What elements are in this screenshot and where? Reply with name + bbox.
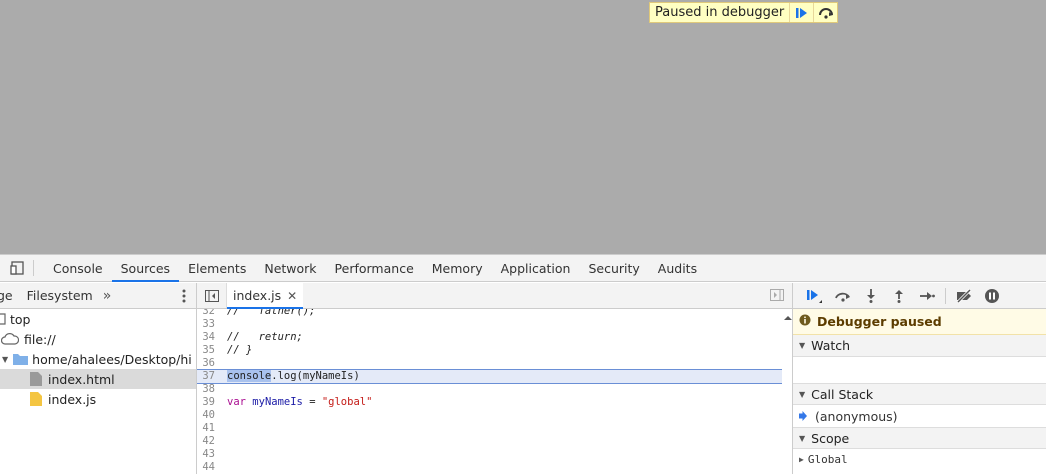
tab-network[interactable]: Network: [255, 255, 325, 281]
sidebar-toggle-icon: [204, 289, 219, 302]
execution-line-code: console.log(myNameIs): [227, 370, 360, 382]
file-navigator: ge Filesystem » top file:// ▼ home/ahale…: [0, 283, 197, 474]
resume-button[interactable]: [801, 285, 829, 307]
overlay-step-over-button[interactable]: [813, 3, 837, 22]
step-icon: [920, 291, 935, 300]
var-declaration-code: var myNameIs = "global": [227, 396, 373, 408]
expand-triangle-icon: ▼: [799, 433, 806, 443]
toolbar-separator: [945, 287, 946, 304]
navigator-tab-page[interactable]: ge: [0, 288, 21, 303]
tree-item-index-html[interactable]: index.html: [0, 369, 196, 389]
code-line: 35// }: [202, 344, 253, 356]
scope-section-header[interactable]: ▼ Scope: [793, 427, 1046, 449]
paused-in-debugger-overlay: Paused in debugger: [649, 2, 839, 23]
step-over-button[interactable]: [829, 285, 857, 307]
code-line: 38: [202, 383, 215, 395]
step-over-icon: [818, 7, 833, 19]
tree-item-top[interactable]: top: [0, 309, 196, 329]
step-out-icon: [895, 289, 903, 303]
toggle-debugger-sidebar-button[interactable]: [770, 289, 784, 304]
toggle-navigator-button[interactable]: [197, 283, 227, 308]
file-tree: top file:// ▼ home/ahalees/Desktop/hi in…: [0, 309, 196, 409]
code-line: 44: [202, 461, 215, 473]
navigator-tabs: ge Filesystem »: [0, 283, 196, 309]
callstack-section-header[interactable]: ▼ Call Stack: [793, 383, 1046, 405]
debugger-paused-banner: Debugger paused: [793, 309, 1046, 335]
step-into-icon: [867, 288, 875, 303]
deactivate-breakpoints-button[interactable]: [950, 285, 978, 307]
js-file-icon: [28, 391, 44, 407]
scroll-up-icon[interactable]: [783, 313, 793, 323]
pause-on-exceptions-button[interactable]: [978, 285, 1006, 307]
vertical-scrollbar[interactable]: [782, 309, 792, 474]
tab-elements[interactable]: Elements: [179, 255, 255, 281]
source-editor: index.js ✕ 32// father(); 33 34// return…: [197, 283, 793, 474]
resume-icon: [807, 289, 822, 303]
tab-performance[interactable]: Performance: [326, 255, 423, 281]
tree-item-index-js[interactable]: index.js: [0, 389, 196, 409]
expand-triangle-icon[interactable]: ▼: [2, 355, 8, 364]
tree-item-origin[interactable]: file://: [0, 329, 196, 349]
scope-row-global[interactable]: ▶ Global: [793, 449, 1046, 469]
navigator-menu-icon[interactable]: [182, 289, 186, 306]
device-toolbar-button[interactable]: [0, 260, 34, 276]
tab-security[interactable]: Security: [579, 255, 648, 281]
info-icon: [799, 314, 811, 329]
expand-triangle-icon: ▼: [799, 341, 806, 350]
editor-tabbar: index.js ✕: [197, 283, 792, 309]
close-tab-icon[interactable]: ✕: [287, 289, 297, 303]
tab-audits[interactable]: Audits: [649, 255, 706, 281]
tab-sources[interactable]: Sources: [111, 255, 180, 282]
step-button[interactable]: [913, 285, 941, 307]
code-line: 42: [202, 435, 215, 447]
code-line: 40: [202, 409, 215, 421]
sidebar-toggle-right-icon: [770, 289, 784, 301]
execution-line: 37 console.log(myNameIs): [197, 369, 782, 384]
devtools-panel: Console Sources Elements Network Perform…: [0, 254, 1046, 474]
tab-memory[interactable]: Memory: [423, 255, 492, 281]
resume-icon: [795, 7, 807, 18]
code-line: 34// return;: [202, 331, 303, 343]
collapsed-triangle-icon: ▶: [799, 454, 804, 464]
cloud-icon: [0, 331, 20, 347]
code-line: 32// father();: [202, 309, 316, 317]
device-toggle-icon: [9, 261, 24, 275]
code-line: 36: [202, 357, 215, 369]
code-line: 43: [202, 448, 215, 460]
frame-icon: [0, 311, 6, 327]
call-frame-row[interactable]: (anonymous): [793, 405, 1046, 427]
more-tabs-icon[interactable]: »: [103, 288, 112, 304]
editor-file-tab[interactable]: index.js ✕: [227, 283, 304, 309]
tab-application[interactable]: Application: [492, 255, 580, 281]
debugger-toolbar: [793, 283, 1046, 309]
overlay-resume-button[interactable]: [789, 3, 813, 22]
step-over-icon: [835, 292, 850, 302]
folder-icon: [12, 351, 28, 367]
page-viewport: Paused in debugger: [0, 0, 1046, 254]
paused-overlay-text: Paused in debugger: [655, 5, 785, 20]
main-tabbar: Console Sources Elements Network Perform…: [0, 255, 1046, 282]
pause-on-exceptions-icon: [985, 288, 999, 303]
expand-triangle-icon: ▼: [799, 389, 806, 399]
code-area[interactable]: 32// father(); 33 34// return; 35// } 36…: [197, 309, 782, 474]
step-into-button[interactable]: [857, 285, 885, 307]
watch-section-header[interactable]: ▼ Watch: [793, 335, 1046, 357]
debugger-sidebar: Debugger paused ▼ Watch ▼ Call Stack (an…: [793, 283, 1046, 474]
file-icon: [28, 371, 44, 387]
deactivate-breakpoints-icon: [956, 288, 972, 303]
navigator-tab-filesystem[interactable]: Filesystem: [21, 288, 99, 303]
code-line: 33: [202, 318, 215, 330]
tree-item-folder[interactable]: ▼ home/ahalees/Desktop/hi: [0, 349, 196, 369]
current-frame-arrow-icon: [799, 409, 807, 424]
watch-section-body: [793, 357, 1046, 383]
code-line: 41: [202, 422, 215, 434]
step-out-button[interactable]: [885, 285, 913, 307]
tab-console[interactable]: Console: [44, 255, 112, 281]
code-line: 39 var myNameIs = "global": [202, 396, 373, 408]
